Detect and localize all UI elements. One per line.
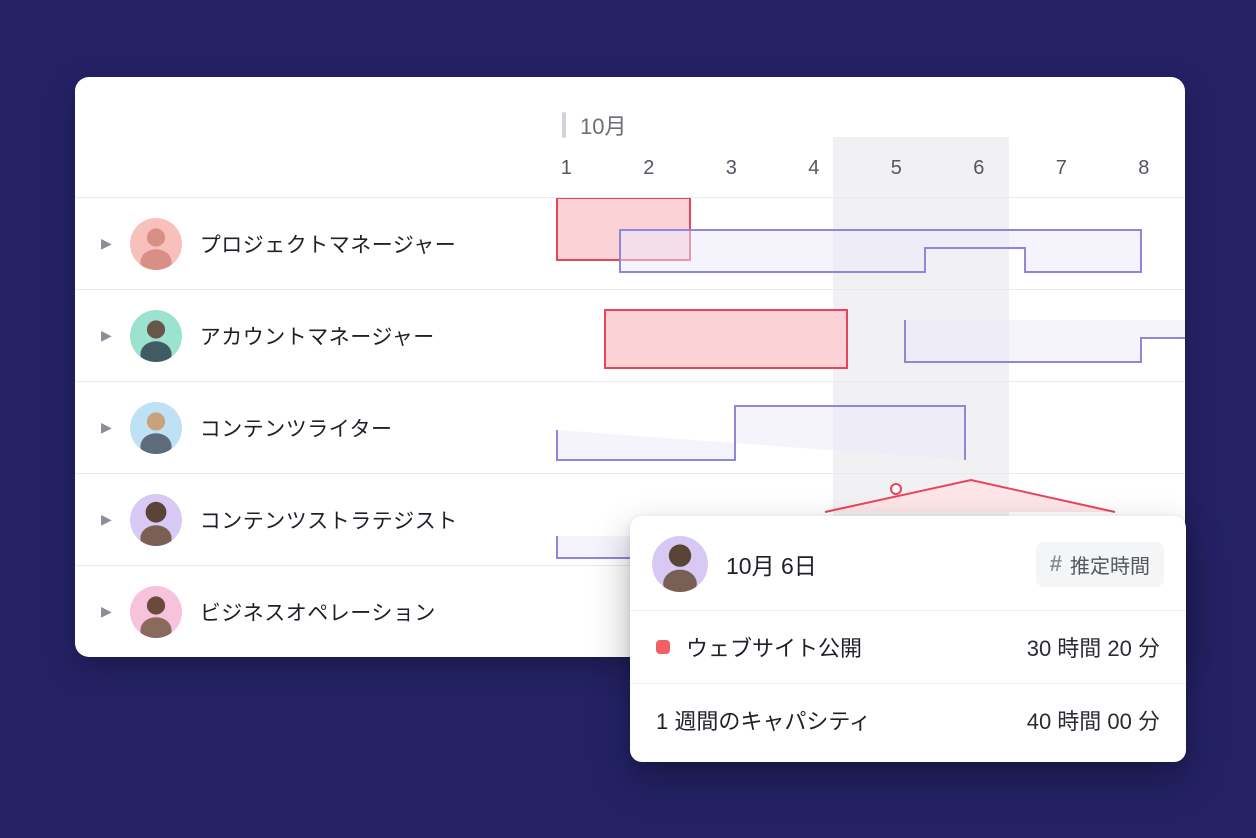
expand-caret-icon[interactable]: ▶ [101,511,112,528]
day-cell[interactable]: 1 [525,157,608,197]
role-label: ビジネスオペレーション [200,597,436,627]
workload-shape [525,382,1185,474]
task-label: ウェブサイト公開 [686,631,862,663]
timeline-header: 10月 1 2 3 4 5 6 7 8 [525,77,1185,197]
role-label: プロジェクトマネージャー [200,229,457,259]
row-chart[interactable] [525,290,1185,381]
avatar [130,494,182,546]
hash-icon: # [1050,551,1062,577]
expand-caret-icon[interactable]: ▶ [101,603,112,620]
resource-row: ▶ コンテンツライター [75,381,1185,473]
row-header[interactable]: ▶ コンテンツストラテジスト [75,474,525,565]
avatar [652,536,708,592]
day-cell[interactable]: 4 [773,157,856,197]
task-time: 30 時間 20 分 [1027,631,1160,663]
popover-capacity-row: 1 週間のキャパシティ 40 時間 00 分 [630,684,1186,756]
estimated-time-badge[interactable]: # 推定時間 [1036,542,1164,587]
day-cell[interactable]: 5 [855,157,938,197]
expand-caret-icon[interactable]: ▶ [101,235,112,252]
marker-dot-icon [890,483,902,495]
role-label: コンテンツライター [200,413,393,443]
workload-detail-popover: 10月 6日 # 推定時間 ウェブサイト公開 30 時間 20 分 1 週間のキ… [630,516,1186,762]
avatar [130,218,182,270]
expand-caret-icon[interactable]: ▶ [101,327,112,344]
avatar [130,402,182,454]
expand-caret-icon[interactable]: ▶ [101,419,112,436]
day-axis: 1 2 3 4 5 6 7 8 [525,157,1185,197]
resource-row: ▶ プロジェクトマネージャー [75,197,1185,289]
row-header[interactable]: ▶ ビジネスオペレーション [75,566,525,657]
popover-task-row[interactable]: ウェブサイト公開 30 時間 20 分 [630,611,1186,684]
capacity-label: 1 週間のキャパシティ [656,704,871,736]
month-label: 10月 [562,109,626,141]
row-chart[interactable] [525,198,1185,289]
month-text: 10月 [580,109,626,141]
day-cell[interactable]: 7 [1020,157,1103,197]
row-chart[interactable] [525,382,1185,473]
task-color-dot-icon [656,640,670,654]
capacity-time: 40 時間 00 分 [1027,704,1160,736]
day-cell[interactable]: 2 [608,157,691,197]
popover-date: 10月 6日 [726,547,1018,581]
day-cell[interactable]: 3 [690,157,773,197]
workload-shape [525,290,1185,382]
row-header[interactable]: ▶ アカウントマネージャー [75,290,525,381]
resource-row: ▶ アカウントマネージャー [75,289,1185,381]
badge-label: 推定時間 [1070,550,1150,579]
role-label: コンテンツストラテジスト [200,505,458,535]
day-cell[interactable]: 6 [938,157,1021,197]
month-tick [562,112,566,138]
day-cell[interactable]: 8 [1103,157,1186,197]
row-header[interactable]: ▶ プロジェクトマネージャー [75,198,525,289]
role-label: アカウントマネージャー [200,321,435,351]
avatar [130,310,182,362]
row-header[interactable]: ▶ コンテンツライター [75,382,525,473]
workload-shape [525,198,1185,290]
avatar [130,586,182,638]
popover-header: 10月 6日 # 推定時間 [630,516,1186,611]
